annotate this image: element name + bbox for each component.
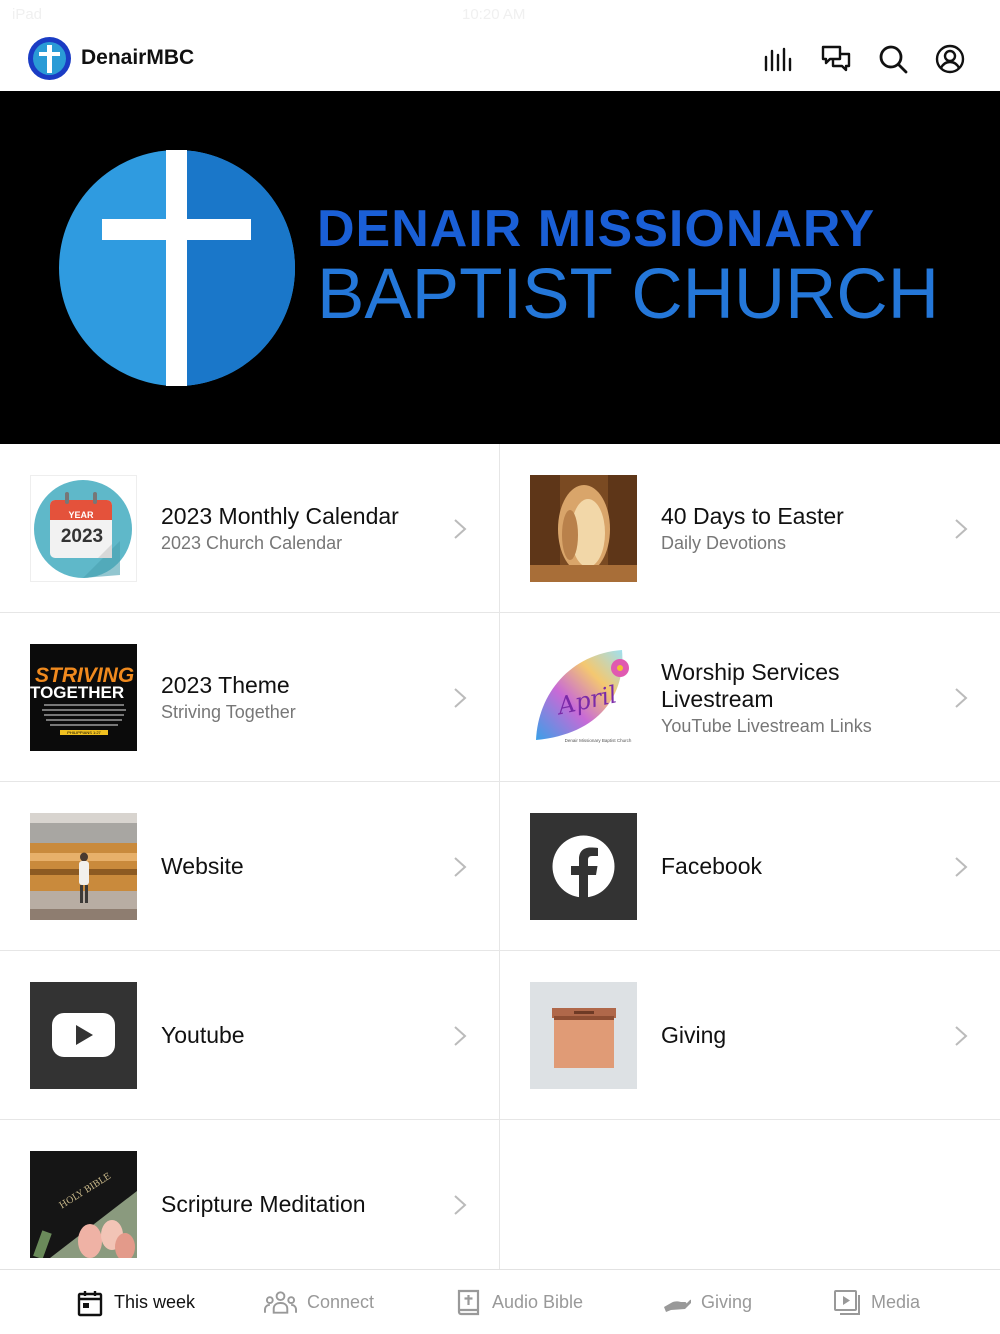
chevron-right-icon bbox=[955, 1026, 968, 1046]
media-icon bbox=[834, 1289, 860, 1315]
april-thumb-caption: Denair Missionary Baptist Church bbox=[565, 738, 632, 743]
chevron-right-icon bbox=[454, 519, 467, 539]
device-label: iPad bbox=[12, 6, 43, 23]
tile-title: Giving bbox=[661, 1022, 727, 1048]
holy-bible-thumbnail: HOLY BIBLE bbox=[30, 1151, 137, 1258]
offering-box-thumbnail bbox=[530, 982, 637, 1089]
chevron-right-icon bbox=[454, 1195, 467, 1215]
tile-2023-theme[interactable]: STRIVING TOGETHER PHILIPPIANS 1:27 2023 … bbox=[0, 613, 500, 782]
app-header: DenairMBC bbox=[0, 28, 1000, 91]
logo-cross-horizontal bbox=[39, 52, 60, 56]
tile-monthly-calendar[interactable]: YEAR 2023 2023 Monthly Calendar 2023 Chu… bbox=[0, 444, 500, 613]
people-icon bbox=[264, 1290, 297, 1314]
tab-audio-bible[interactable]: Audio Bible bbox=[454, 1270, 583, 1334]
tile-title: Website bbox=[161, 853, 244, 879]
calendar-year-label: YEAR bbox=[68, 510, 94, 520]
tile-facebook[interactable]: Facebook bbox=[500, 782, 1000, 951]
logo-cross-vertical bbox=[47, 45, 52, 73]
bible-icon bbox=[457, 1289, 480, 1315]
tile-website[interactable]: Website bbox=[0, 782, 500, 951]
chevron-right-icon bbox=[454, 1026, 467, 1046]
theme-thumb-verse: PHILIPPIANS 1:27 bbox=[67, 730, 101, 735]
tab-label: Giving bbox=[701, 1292, 753, 1312]
tab-label: This week bbox=[114, 1292, 196, 1312]
chat-icon[interactable] bbox=[820, 43, 852, 75]
banner-title-line1: DENAIR MISSIONARY bbox=[317, 200, 876, 258]
calendar-icon bbox=[77, 1290, 103, 1316]
status-bar: iPad 10:20 AM bbox=[0, 0, 1000, 28]
tab-this-week[interactable]: This week bbox=[76, 1270, 195, 1334]
tab-label: Audio Bible bbox=[492, 1292, 584, 1312]
tile-title: Facebook bbox=[661, 853, 763, 879]
tile-youtube[interactable]: Youtube bbox=[0, 951, 500, 1120]
content-grid: YEAR 2023 2023 Monthly Calendar 2023 Chu… bbox=[0, 444, 1000, 1289]
tab-giving[interactable]: Giving bbox=[663, 1270, 752, 1334]
church-logo[interactable] bbox=[28, 37, 71, 80]
app-title: DenairMBC bbox=[81, 46, 195, 69]
tile-title: 2023 Monthly Calendar bbox=[161, 503, 399, 529]
tab-label: Media bbox=[871, 1292, 921, 1312]
giving-hand-icon bbox=[664, 1299, 691, 1312]
tile-giving[interactable]: Giving bbox=[500, 951, 1000, 1120]
tile-title: 2023 Theme bbox=[161, 672, 290, 698]
tile-subtitle: Daily Devotions bbox=[661, 533, 787, 553]
tile-subtitle: 2023 Church Calendar bbox=[161, 533, 343, 553]
chevron-right-icon bbox=[955, 688, 968, 708]
calendar-year-number: 2023 bbox=[61, 526, 103, 547]
chevron-right-icon bbox=[454, 857, 467, 877]
tile-title: Scripture Meditation bbox=[161, 1191, 366, 1217]
tile-title: Youtube bbox=[161, 1022, 245, 1048]
tab-connect[interactable]: Connect bbox=[264, 1270, 374, 1334]
status-time: 10:20 AM bbox=[462, 6, 526, 23]
profile-icon[interactable] bbox=[934, 43, 966, 75]
bottom-tab-bar: This week Connect Audio Bible Giving Med… bbox=[0, 1269, 1000, 1334]
search-icon[interactable] bbox=[877, 43, 909, 75]
tile-subtitle: YouTube Livestream Links bbox=[661, 715, 872, 736]
empty-tomb-thumbnail bbox=[530, 475, 637, 582]
april-leaf-thumbnail: April Denair Missionary Baptist Church bbox=[530, 644, 637, 751]
calendar-thumbnail: YEAR 2023 bbox=[30, 475, 137, 582]
church-banner: DENAIR MISSIONARY BAPTIST CHURCH bbox=[0, 91, 1000, 444]
youtube-thumbnail bbox=[30, 982, 137, 1089]
theme-thumb-line2: TOGETHER bbox=[30, 683, 124, 702]
chevron-right-icon bbox=[454, 688, 467, 708]
facebook-thumbnail bbox=[530, 813, 637, 920]
tile-scripture-meditation[interactable]: HOLY BIBLE Scripture Meditation bbox=[0, 1120, 500, 1289]
train-station-thumbnail bbox=[30, 813, 137, 920]
tile-worship-livestream[interactable]: April Denair Missionary Baptist Church W… bbox=[500, 613, 1000, 782]
empty-tile-slot bbox=[500, 1120, 1000, 1289]
tile-subtitle: Striving Together bbox=[161, 702, 296, 722]
tile-title: Worship Services Livestream bbox=[661, 658, 840, 712]
chevron-right-icon bbox=[955, 857, 968, 877]
tile-title: 40 Days to Easter bbox=[661, 503, 844, 529]
bars-chart-icon[interactable] bbox=[762, 43, 794, 75]
striving-together-thumbnail: STRIVING TOGETHER PHILIPPIANS 1:27 bbox=[30, 644, 137, 751]
tab-media[interactable]: Media bbox=[833, 1270, 920, 1334]
banner-title-line2: BAPTIST CHURCH bbox=[317, 255, 939, 334]
tile-40-days-easter[interactable]: 40 Days to Easter Daily Devotions bbox=[500, 444, 1000, 613]
chevron-right-icon bbox=[955, 519, 968, 539]
tab-label: Connect bbox=[307, 1292, 375, 1312]
